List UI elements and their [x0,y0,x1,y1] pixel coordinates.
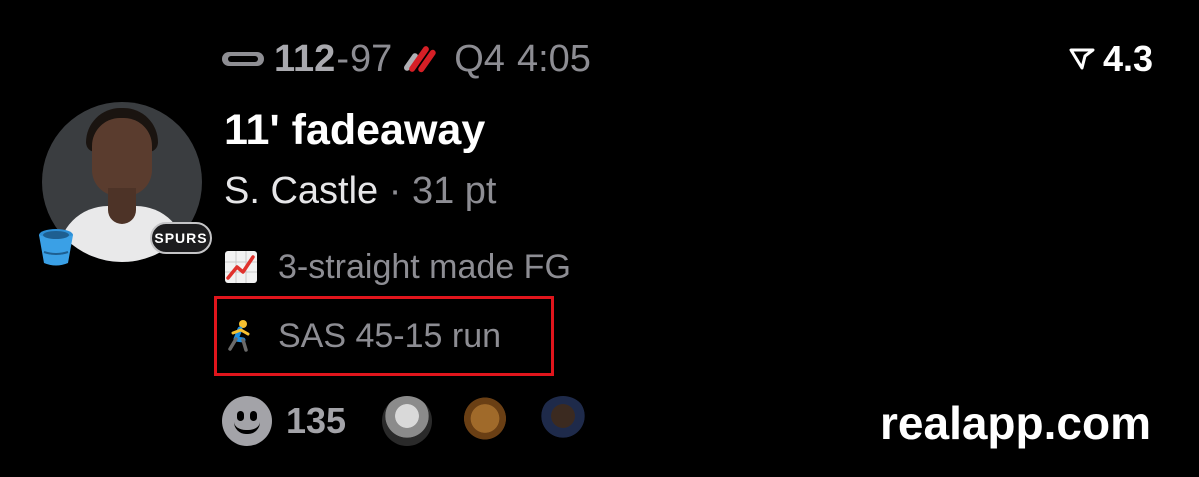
player-line: S. Castle · 31 pt [224,170,496,213]
rating: 4.3 [1069,38,1153,80]
reactor-avatar[interactable] [460,396,511,446]
stat-row-streak: 3-straight made FG [224,243,571,291]
rating-flag-icon [1069,48,1095,70]
highlight-box [214,296,554,376]
player-points: 31 pt [411,170,497,212]
spurs-logo-icon [222,52,264,66]
score-line: 112 - 97 Q4 4:05 [222,36,591,82]
score-separator: - [336,37,349,80]
stat-text-streak: 3-straight made FG [278,247,571,286]
player-name[interactable]: S. Castle [224,170,378,212]
rating-value: 4.3 [1102,38,1153,79]
reactor-avatar[interactable] [538,396,589,446]
home-score: 112 [274,37,336,80]
chart-increasing-icon [224,250,258,284]
game-period: Q4 [454,37,505,80]
separator-dot: · [388,170,402,212]
bucket-icon [36,226,76,268]
watermark: realapp.com [880,397,1151,449]
game-clock: 4:05 [516,37,591,80]
smiley-icon[interactable] [222,396,272,446]
reaction-count: 135 [286,400,347,441]
team-badge: SPURS [150,222,212,254]
away-score: 97 [349,37,393,80]
reactions-bar[interactable]: 135 [222,392,616,450]
reactor-avatar[interactable] [382,396,433,446]
play-headline: 11' fadeaway [224,106,486,154]
trail-blazers-logo-icon [403,42,438,76]
